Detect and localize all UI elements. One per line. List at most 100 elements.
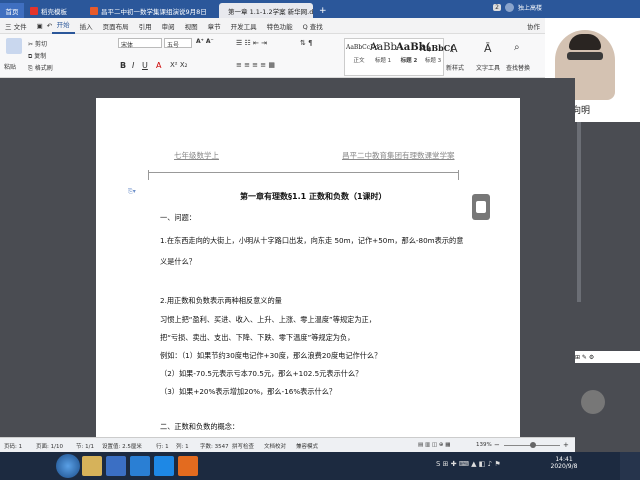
brush-icon: ⎘ bbox=[28, 65, 33, 72]
text-tools-button[interactable]: 文字工具 bbox=[476, 63, 500, 72]
menu-collaborate[interactable]: 协作 bbox=[522, 21, 545, 31]
floating-tool-button[interactable] bbox=[472, 194, 490, 220]
zoom-slider-thumb[interactable] bbox=[530, 442, 536, 448]
status-col[interactable]: 列: 1 bbox=[176, 442, 189, 450]
italic-button[interactable]: I bbox=[132, 61, 134, 70]
list-icons[interactable]: ☰ ☷ ⇤ ⇥ bbox=[236, 39, 267, 47]
style-label: 标题 2 bbox=[400, 58, 418, 64]
font-grow-icon[interactable]: A⁺ A⁻ bbox=[196, 38, 214, 45]
zoom-level[interactable]: 139% bbox=[476, 442, 492, 448]
right-sidebar: S 中 ◐ ☺ ✚ ⌨ ♪ ▣ ⊞ ✎ ⚙ bbox=[502, 122, 640, 437]
browser-icon[interactable] bbox=[130, 456, 150, 476]
save-icon[interactable]: ▣ bbox=[32, 22, 43, 30]
new-style-button[interactable]: 新样式 bbox=[446, 63, 464, 72]
menu-insert[interactable]: 插入 bbox=[75, 21, 98, 31]
menu-layout[interactable]: 页面布局 bbox=[98, 21, 134, 31]
vertical-scrollbar[interactable] bbox=[577, 122, 581, 302]
status-spell[interactable]: 拼写检查 bbox=[232, 442, 254, 450]
menu-search[interactable]: Q 查找 bbox=[298, 21, 328, 31]
style-preview: AaBb bbox=[370, 42, 397, 53]
docer-icon bbox=[30, 6, 38, 15]
style-preview: AaBbC( bbox=[420, 43, 454, 53]
start-button[interactable] bbox=[56, 454, 80, 478]
header-left-text: 七年级数学上 bbox=[174, 151, 219, 160]
tab-label: 稻壳模板 bbox=[41, 7, 67, 16]
tab-pdf-file[interactable]: 昌平二中初一数学集课组演说9月8日 bbox=[84, 3, 219, 18]
menu-home[interactable]: 开始 bbox=[51, 18, 75, 34]
system-tray-icons[interactable]: S ⊞ ✚ ⌨ ▲ ◧ ♪ ⚑ bbox=[436, 460, 501, 468]
tab-home[interactable]: 首页 bbox=[0, 3, 24, 18]
zoom-out-button[interactable]: − bbox=[494, 441, 500, 449]
scissors-icon: ✂ bbox=[28, 41, 34, 48]
status-section[interactable]: 节: 1/1 bbox=[76, 442, 94, 450]
style-heading-2[interactable]: AaBb( 标题 2 bbox=[396, 40, 431, 76]
font-name-select[interactable]: 宋体 bbox=[118, 38, 162, 49]
header-corner-left bbox=[148, 170, 149, 180]
cut-label: 剪切 bbox=[34, 41, 47, 48]
status-compat[interactable]: 兼容模式 bbox=[296, 442, 318, 450]
glasses-shape bbox=[567, 52, 603, 60]
paragraph-marker-icon[interactable]: ⎘▾ bbox=[128, 188, 136, 196]
style-normal[interactable]: AaBbCcDd 正文 bbox=[346, 40, 379, 76]
menu-file[interactable]: 三 文件 bbox=[0, 21, 32, 31]
tab-template[interactable]: 稻壳模板 bbox=[24, 3, 84, 18]
status-setting[interactable]: 设置值: 2.5厘米 bbox=[102, 442, 142, 450]
status-pages[interactable]: 页面: 1/10 bbox=[36, 442, 63, 450]
paste-button[interactable]: 粘贴 bbox=[4, 62, 16, 71]
find-replace-button[interactable]: 查找替换 bbox=[506, 63, 530, 72]
wps-icon[interactable] bbox=[106, 456, 126, 476]
paste-icon[interactable] bbox=[6, 38, 22, 54]
clock-date[interactable]: 2020/9/8 bbox=[546, 463, 582, 470]
style-heading-1[interactable]: AaBb 标题 1 bbox=[370, 40, 397, 76]
new-style-icon[interactable]: A bbox=[450, 42, 458, 55]
tab-active-document[interactable]: 第一章 1.1-1.2学案 新华网.docx bbox=[219, 3, 313, 18]
show-desktop-button[interactable] bbox=[620, 452, 640, 480]
doc-line: 2.用正数和负数表示两种相反意义的量 bbox=[160, 296, 282, 305]
cut-button[interactable]: ✂ 剪切 bbox=[28, 39, 47, 48]
find-icon[interactable]: ⌕ bbox=[514, 42, 520, 53]
menu-references[interactable]: 引用 bbox=[134, 21, 157, 31]
video-player-icon[interactable] bbox=[178, 456, 198, 476]
pdf-icon bbox=[90, 6, 98, 15]
format-painter-label: 格式刷 bbox=[34, 65, 53, 72]
status-bar: 页码: 1 页面: 1/10 节: 1/1 设置值: 2.5厘米 行: 1 列:… bbox=[0, 437, 575, 452]
clock-time[interactable]: 14:41 bbox=[546, 456, 582, 463]
view-mode-icons[interactable]: ▤ ▥ ◫ ⊕ ▦ bbox=[418, 442, 450, 448]
font-color-button[interactable]: A bbox=[156, 61, 161, 70]
tab-label: 昌平二中初一数学集课组演说9月8日 bbox=[101, 7, 207, 16]
title-bar: 首页 稻壳模板 昌平二中初一数学集课组演说9月8日 第一章 1.1-1.2学案 … bbox=[0, 0, 640, 18]
underline-button[interactable]: U bbox=[142, 61, 148, 70]
status-proof[interactable]: 文档校对 bbox=[264, 442, 286, 450]
status-row[interactable]: 行: 1 bbox=[156, 442, 169, 450]
text-tools-icon[interactable]: Ā bbox=[484, 42, 492, 55]
menu-view[interactable]: 视图 bbox=[180, 21, 203, 31]
font-size-select[interactable]: 五号 bbox=[164, 38, 192, 49]
undo-icon[interactable]: ↶ bbox=[42, 22, 52, 30]
taskbar: S ⊞ ✚ ⌨ ▲ ◧ ♪ ⚑ 14:41 2020/9/8 bbox=[0, 452, 640, 480]
copy-button[interactable]: ⧉ 复制 bbox=[28, 51, 46, 61]
style-heading-3[interactable]: AaBbC( 标题 3 bbox=[420, 40, 454, 76]
style-preview: AaBb( bbox=[396, 42, 431, 53]
hair-shape bbox=[569, 34, 601, 50]
status-wordcount[interactable]: 字数: 3547 bbox=[200, 442, 229, 450]
doc-line: （3）如果+20%表示增加20%，那么-16%表示什么？ bbox=[160, 387, 337, 396]
menu-section[interactable]: 章节 bbox=[203, 21, 226, 31]
menu-developer[interactable]: 开发工具 bbox=[226, 21, 262, 31]
menu-review[interactable]: 审阅 bbox=[157, 21, 180, 31]
superscript-icon[interactable]: X² X₂ bbox=[170, 61, 187, 69]
header-right-text: 昌平二中教育集团有理数课堂学案 bbox=[342, 151, 455, 160]
new-tab-button[interactable]: + bbox=[313, 3, 327, 18]
format-painter-button[interactable]: ⎘ 格式刷 bbox=[28, 63, 53, 73]
file-explorer-icon[interactable] bbox=[82, 456, 102, 476]
mic-off-icon[interactable] bbox=[581, 390, 605, 414]
meeting-app-icon[interactable] bbox=[154, 456, 174, 476]
menu-features[interactable]: 特色功能 bbox=[262, 21, 298, 31]
user-name[interactable]: 独上高楼 bbox=[518, 3, 542, 12]
status-page[interactable]: 页码: 1 bbox=[4, 442, 22, 450]
align-icons[interactable]: ≡ ≡ ≡ ≡ ▦ bbox=[236, 61, 275, 69]
bold-button[interactable]: B bbox=[120, 61, 126, 70]
sort-icon[interactable]: ⇅ ¶ bbox=[300, 39, 313, 47]
zoom-in-button[interactable]: + bbox=[563, 441, 569, 449]
avatar[interactable] bbox=[504, 3, 514, 12]
notification-badge[interactable]: 2 bbox=[493, 4, 501, 11]
